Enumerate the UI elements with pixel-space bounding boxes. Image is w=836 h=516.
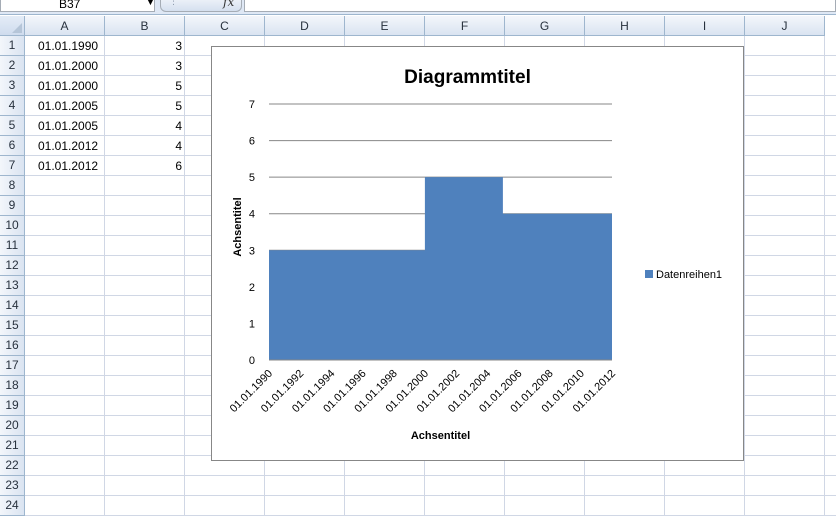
legend-label: Datenreihen1 [656,269,722,281]
row-header-11[interactable]: 11 [0,236,25,256]
name-box-dropdown-icon[interactable]: ▼ [146,0,155,7]
row-header-8[interactable]: 8 [0,176,25,196]
row-header-14[interactable]: 14 [0,296,25,316]
row-header-7[interactable]: 7 [0,156,25,176]
y-tick-label: 3 [249,245,255,257]
y-tick-label: 0 [249,355,255,367]
row-header-6[interactable]: 6 [0,136,25,156]
y-tick-label: 2 [249,282,255,294]
cell-b7[interactable]: 6 [106,156,182,176]
cell-b3[interactable]: 5 [106,76,182,96]
row-header-16[interactable]: 16 [0,336,25,356]
legend-swatch [645,270,653,278]
y-tick-label: 1 [249,318,255,330]
row-header-1[interactable]: 1 [0,36,25,56]
name-box[interactable]: B37 [0,0,155,12]
column-header-b[interactable]: B [105,16,185,36]
grip-icon: ⋮ [169,0,178,6]
y-axis-title: Achsentitel [232,197,244,256]
row-header-22[interactable]: 22 [0,456,25,476]
cell-b1[interactable]: 3 [106,36,182,56]
row-header-15[interactable]: 15 [0,316,25,336]
column-header-e[interactable]: E [345,16,425,36]
row-header-10[interactable]: 10 [0,216,25,236]
row-header-12[interactable]: 12 [0,256,25,276]
insert-function-button[interactable]: fx [223,0,234,9]
cell-b2[interactable]: 3 [106,56,182,76]
row-header-21[interactable]: 21 [0,436,25,456]
row-header-18[interactable]: 18 [0,376,25,396]
row-header-3[interactable]: 3 [0,76,25,96]
chart-title: Diagrammtitel [404,67,531,88]
y-tick-label: 4 [249,209,255,221]
y-tick-label: 5 [249,172,255,184]
row-header-2[interactable]: 2 [0,56,25,76]
x-axis-title: Achsentitel [411,430,470,442]
name-box-value: B37 [59,0,81,11]
row-header-19[interactable]: 19 [0,396,25,416]
series-area-datenreihen1 [269,177,612,360]
formula-input[interactable] [244,0,836,12]
chart-svg: Diagrammtitel0123456701.01.199001.01.199… [228,67,722,442]
row-header-5[interactable]: 5 [0,116,25,136]
row-header-23[interactable]: 23 [0,476,25,496]
column-header-j[interactable]: J [745,16,825,36]
y-tick-label: 6 [249,136,255,148]
formula-controls: ⋮ fx [160,0,242,12]
cell-b5[interactable]: 4 [106,116,182,136]
row-header-17[interactable]: 17 [0,356,25,376]
column-header-c[interactable]: C [185,16,265,36]
chart-object[interactable]: Diagrammtitel 0 1 2 3 4 5 6 7 01.01.1990 01.01.199… [211,46,744,461]
row-header-24[interactable]: 24 [0,496,25,516]
column-header-a[interactable]: A [25,16,105,36]
row-header-4[interactable]: 4 [0,96,25,116]
column-header-d[interactable]: D [265,16,345,36]
column-header-i[interactable]: I [665,16,745,36]
row-header-20[interactable]: 20 [0,416,25,436]
row-header-13[interactable]: 13 [0,276,25,296]
formula-bar: B37 ▼ ⋮ fx [0,0,836,15]
row-header-9[interactable]: 9 [0,196,25,216]
cell-b6[interactable]: 4 [106,136,182,156]
select-all-icon [12,23,22,33]
y-tick-label: 7 [249,99,255,111]
column-header-h[interactable]: H [585,16,665,36]
column-header-g[interactable]: G [505,16,585,36]
cell-b4[interactable]: 5 [106,96,182,116]
column-header-f[interactable]: F [425,16,505,36]
select-all-button[interactable] [0,16,25,36]
